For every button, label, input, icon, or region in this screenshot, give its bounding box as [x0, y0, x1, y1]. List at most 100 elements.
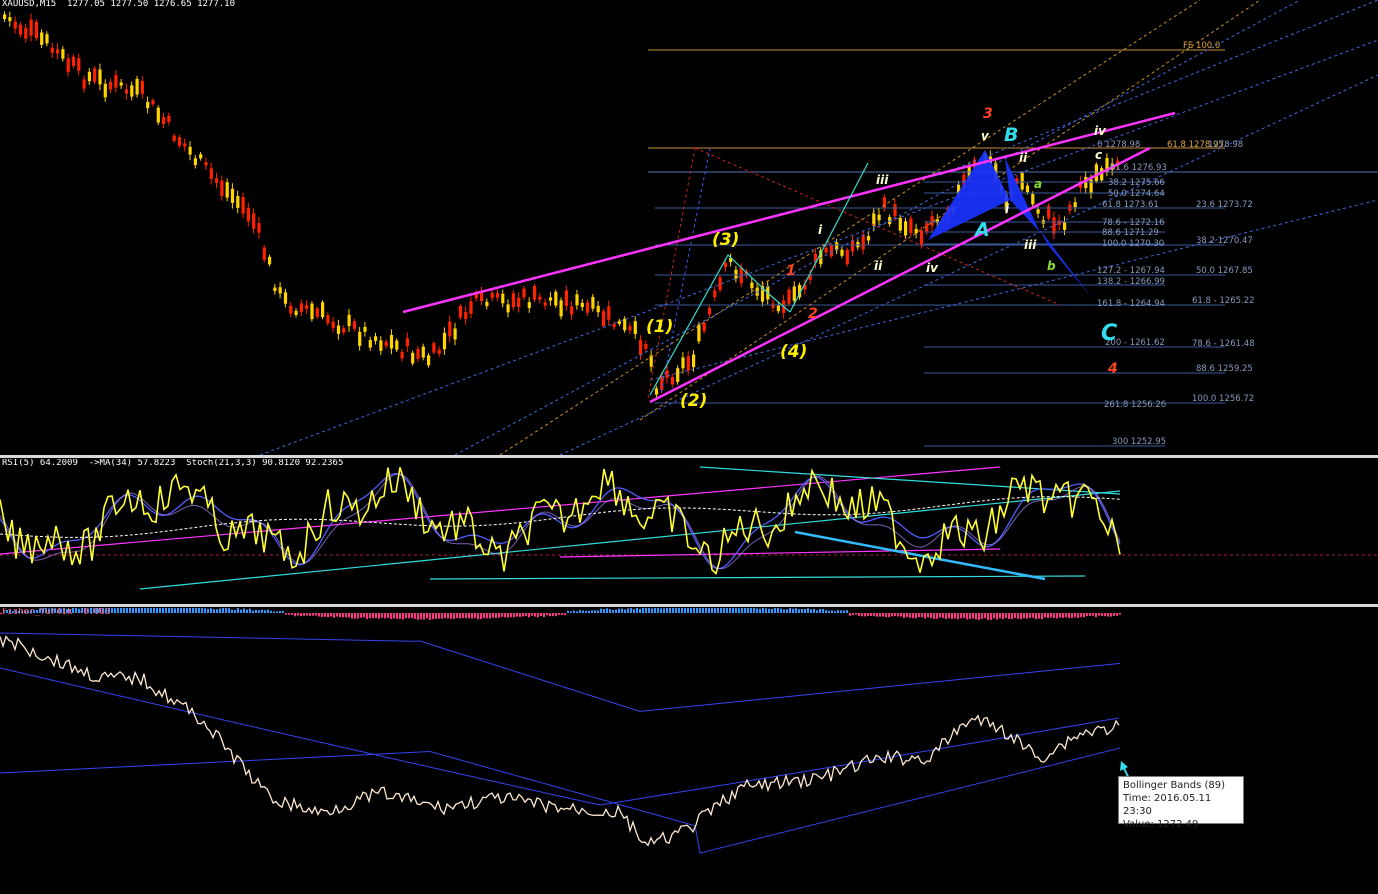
pane-separator[interactable]	[0, 604, 1378, 607]
candle-body	[676, 368, 680, 382]
fisher-histogram-bar	[396, 613, 398, 619]
wave-label-iv: iv	[926, 261, 939, 275]
candle-body	[146, 101, 150, 109]
fisher-histogram-bar	[849, 613, 851, 616]
fisher-histogram-bar	[867, 613, 869, 616]
wave-label-ii-2: ii	[1019, 151, 1028, 165]
wave-label-minor-1: 1	[786, 263, 796, 279]
fisher-histogram-bar	[411, 613, 413, 619]
fisher-histogram-bar	[630, 608, 632, 613]
fisher-histogram-bar	[303, 613, 305, 616]
candle-body	[40, 32, 44, 45]
candle-body	[124, 89, 129, 94]
fisher-histogram-bar	[1095, 613, 1097, 618]
wave-label-a: a	[1034, 177, 1042, 191]
fisher-histogram-bar	[633, 609, 635, 613]
fisher-histogram-bar	[291, 613, 293, 615]
fisher-histogram-bar	[264, 610, 266, 613]
fisher-histogram-bar	[795, 608, 797, 613]
fisher-histogram-bar	[111, 608, 113, 613]
fisher-histogram-bar	[213, 609, 215, 613]
candle-body	[167, 115, 171, 123]
candle-body	[485, 301, 489, 307]
fisher-histogram-bar	[672, 608, 674, 613]
fisher-histogram-bar	[594, 610, 596, 613]
rsi-stoch-pane[interactable]: RSI(5) 64.2009 ->MA(34) 57.8223 Stoch(21…	[0, 459, 1378, 604]
fisher-histogram-bar	[174, 608, 176, 613]
wave-label-i: i	[818, 223, 823, 237]
fisher-histogram-bar	[1038, 613, 1040, 619]
fisher-histogram-bar	[132, 608, 134, 613]
fisher-histogram-bar	[1074, 613, 1076, 618]
fisher-histogram-bar	[210, 608, 212, 613]
fisher-histogram-bar	[579, 610, 581, 613]
fisher-histogram-bar	[957, 613, 959, 620]
candle-body	[162, 117, 166, 125]
fisher-histogram-bar	[936, 613, 938, 619]
fisher-histogram-bar	[777, 608, 779, 613]
candle-body	[315, 308, 319, 317]
fisher-histogram-bar	[1116, 613, 1118, 616]
fisher-histogram-bar	[390, 613, 392, 620]
wave-label-b: b	[1047, 259, 1056, 273]
fisher-histogram-bar	[1002, 613, 1004, 620]
candle-body	[776, 304, 780, 312]
candle-body	[130, 85, 134, 97]
fisher-pane[interactable]: Fisher_Yur4ik -0.063	[0, 608, 1378, 894]
fisher-line	[0, 635, 1120, 847]
wave-label-iii-2: iii	[1024, 238, 1037, 252]
fisher-histogram-bar	[711, 608, 713, 613]
fisher-histogram-bar	[786, 609, 788, 613]
fisher-histogram-bar	[519, 613, 521, 617]
wave-label-C: C	[1101, 321, 1117, 346]
candle-body	[861, 235, 865, 250]
fib-text: 61.6 1276.93	[1110, 163, 1167, 173]
candle-body	[310, 303, 314, 320]
candle-body	[3, 14, 7, 20]
candle-body	[262, 247, 266, 261]
fisher-histogram-bar	[222, 608, 224, 613]
fisher-histogram-bar	[171, 608, 173, 613]
fisher-histogram-bar	[456, 613, 458, 619]
candle-body	[1025, 185, 1030, 193]
fisher-histogram-bar	[354, 613, 356, 619]
candle-body	[686, 356, 690, 371]
fisher-histogram-bar	[555, 613, 557, 617]
fisher-histogram-bar	[216, 609, 218, 613]
fisher-histogram-bar	[141, 608, 143, 613]
fisher-histogram-bar	[702, 608, 704, 613]
wave-label-minor-4: 4	[1107, 361, 1118, 377]
fisher-histogram-bar	[969, 613, 971, 620]
candle-body	[358, 331, 362, 346]
candle-body	[914, 228, 918, 234]
fisher-histogram-bar	[258, 610, 260, 613]
candle-body	[495, 293, 500, 298]
fisher-histogram-bar	[435, 613, 437, 619]
fisher-histogram-bar	[801, 609, 803, 613]
fisher-histogram-bar	[780, 608, 782, 613]
fisher-histogram-bar	[297, 613, 299, 616]
fisher-histogram-bar	[888, 613, 890, 618]
fisher-histogram-bar	[240, 609, 242, 613]
fisher-histogram-bar	[480, 613, 482, 620]
price-chart-pane[interactable]: FE 100.0 0 1278.98 61.8 1278.95 1278.98 …	[0, 0, 1378, 455]
fisher-histogram-bar	[129, 608, 131, 613]
candle-body	[331, 321, 335, 328]
fisher-histogram-bar	[552, 613, 554, 617]
candle-body	[607, 306, 611, 320]
fisher-histogram-bar	[807, 608, 809, 613]
candle-body	[77, 58, 81, 71]
fib-text: 1278.98	[1208, 140, 1243, 150]
candle-body	[50, 47, 54, 53]
fisher-histogram-bar	[162, 608, 164, 613]
candle-body	[1052, 217, 1056, 234]
candle-body	[98, 69, 102, 85]
candle-body	[771, 303, 775, 308]
fisher-histogram-bar	[306, 613, 308, 616]
fisher-histogram-bar	[384, 613, 386, 619]
candle-body	[29, 19, 33, 36]
fisher-histogram-bar	[1050, 613, 1052, 618]
pane-separator[interactable]	[0, 455, 1378, 458]
candle-body	[464, 311, 468, 320]
fib-text: 88.6 1271.29	[1102, 228, 1159, 238]
